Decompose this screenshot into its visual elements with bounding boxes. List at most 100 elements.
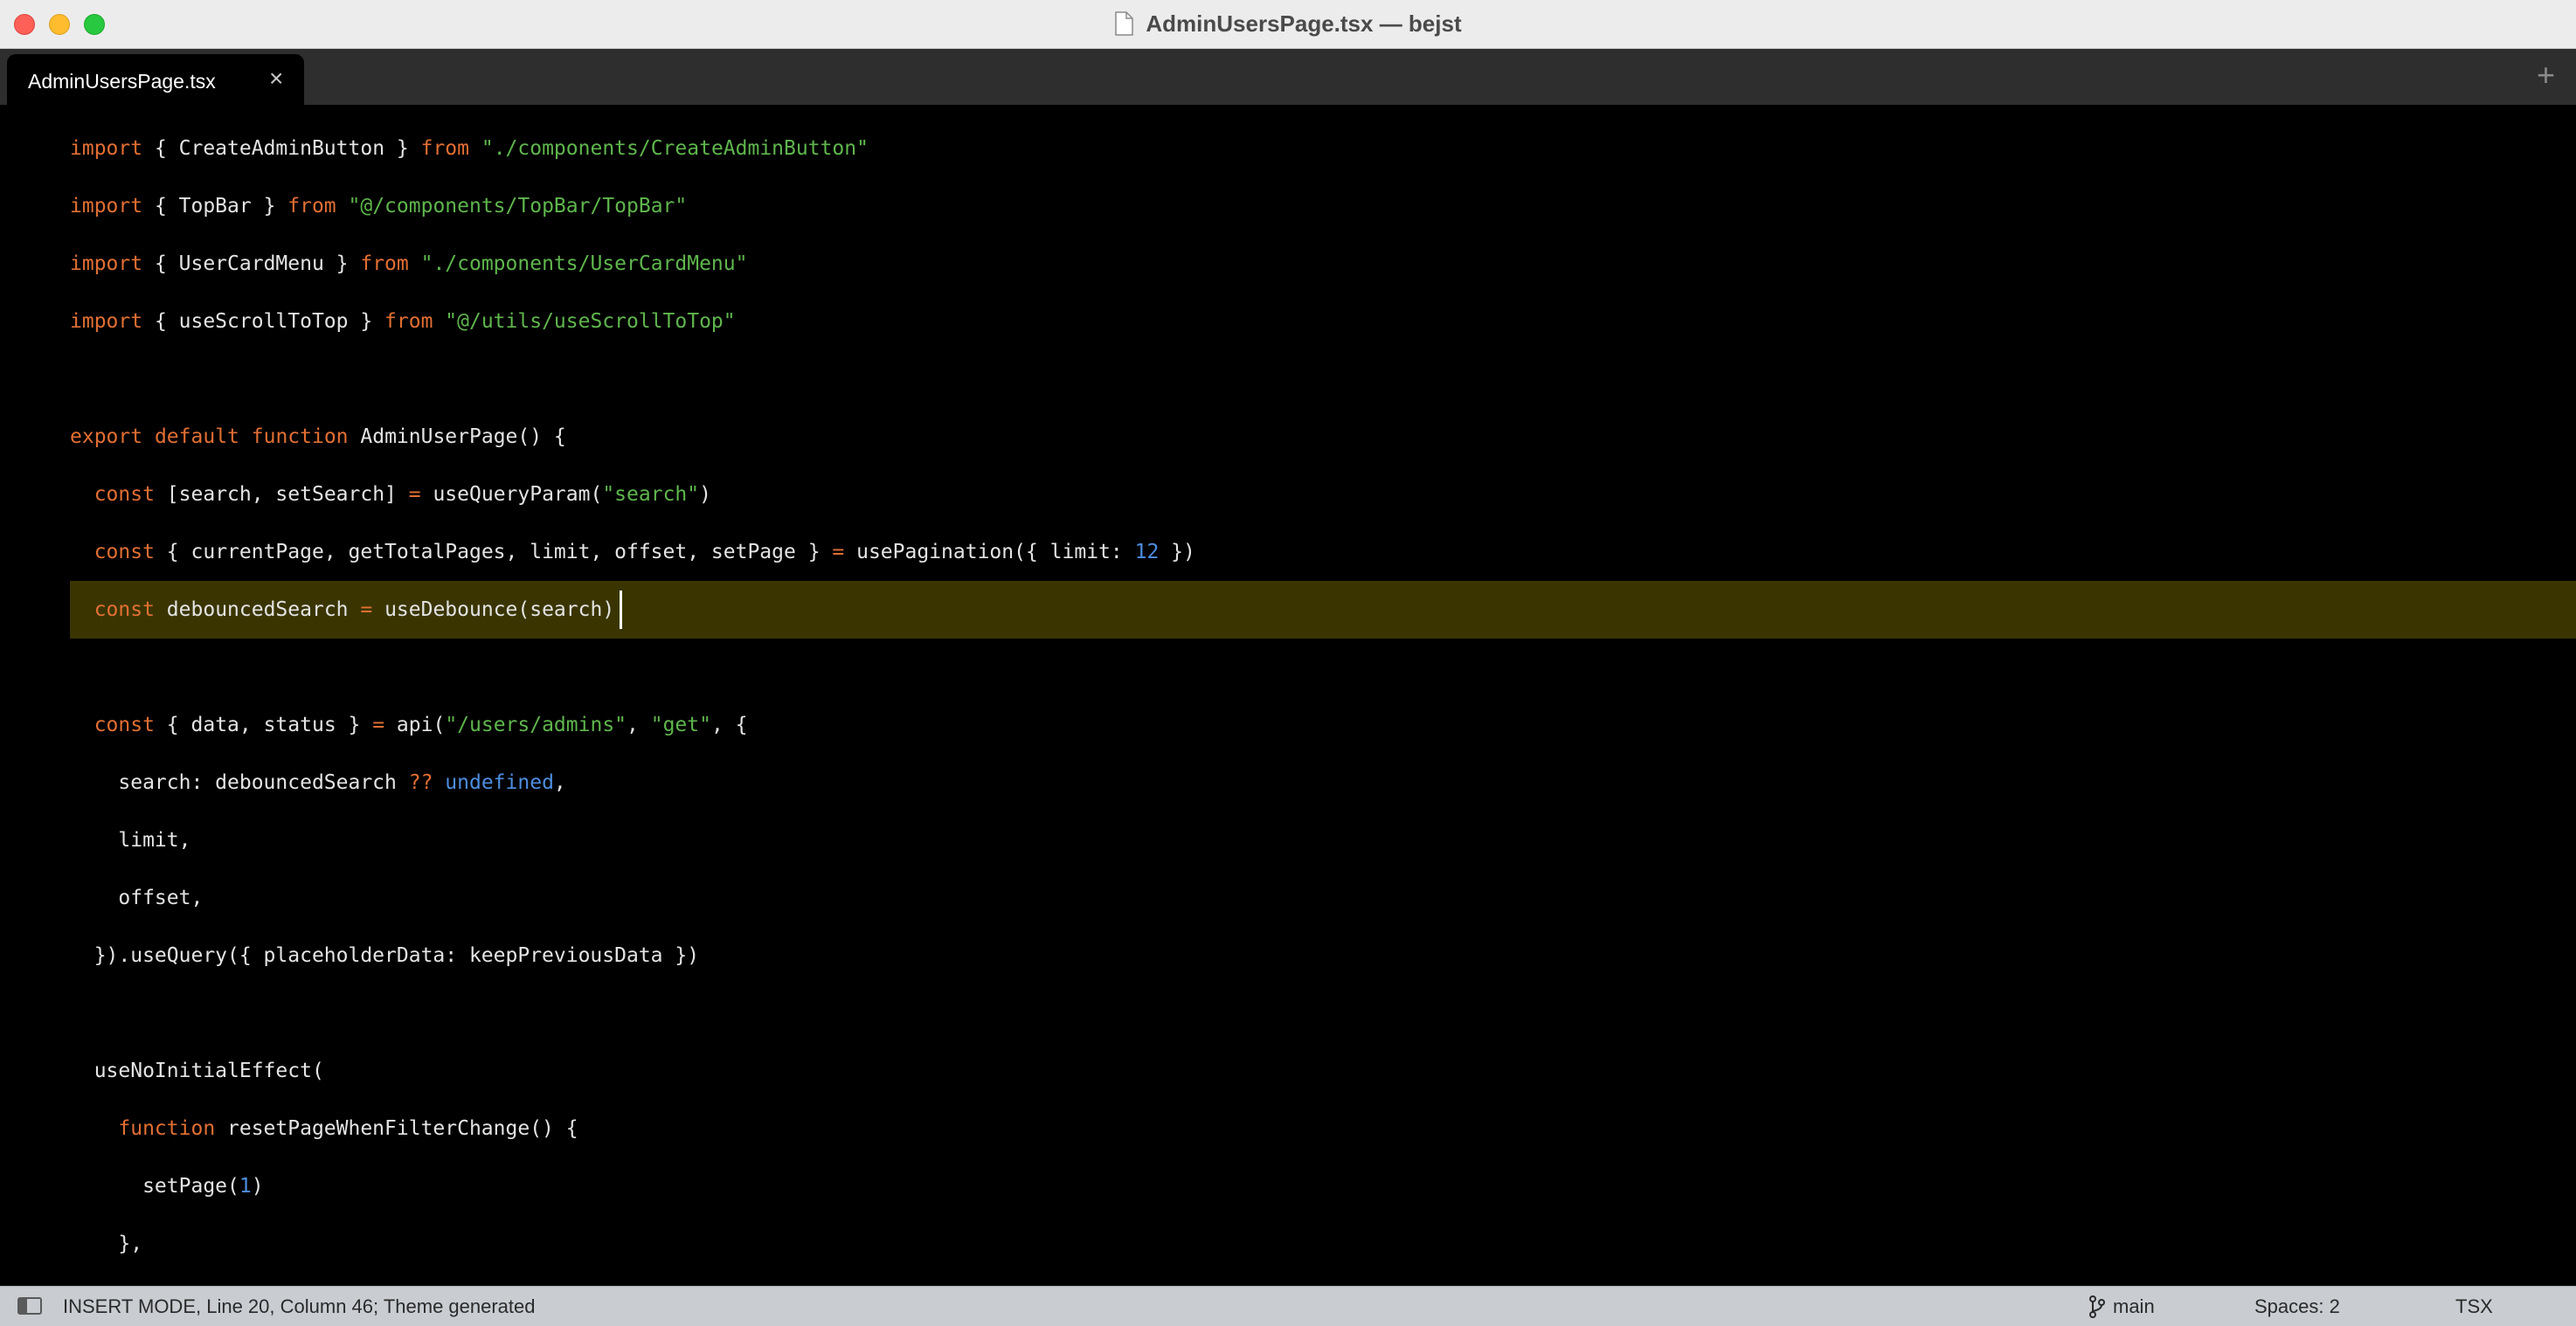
code-line[interactable]: import { UserCardMenu } from "./componen… [70, 235, 747, 293]
code-token-num: 1 [239, 1175, 252, 1198]
code-line[interactable]: }, [70, 1215, 142, 1273]
code-token-kw: = [408, 483, 421, 506]
sidebar-toggle-icon[interactable] [17, 1297, 42, 1315]
title-bar: AdminUsersPage.tsx — bejst [0, 0, 2576, 49]
code-token-pun: }) [1159, 541, 1195, 563]
new-tab-icon[interactable]: + [2537, 58, 2555, 93]
code-token-num: 12 [1134, 541, 1160, 563]
code-line[interactable]: function resetPageWhenFilterChange() { [70, 1100, 578, 1157]
code-token-kw: = [360, 598, 373, 621]
code-token-pun: debouncedSearch [154, 598, 361, 621]
code-token-kw: const [93, 483, 155, 506]
code-token-kw: from [420, 137, 469, 160]
code-token-kw: import [70, 252, 143, 275]
code-token-kw: ?? [408, 771, 433, 794]
text-cursor [620, 590, 622, 629]
code-token-pun: setPage( [70, 1175, 239, 1198]
code-token-pun: useQueryParam( [420, 483, 603, 506]
code-token-pun: ) [699, 483, 711, 506]
code-editor[interactable]: import { CreateAdminButton } from "./com… [0, 105, 2576, 1286]
code-line[interactable]: const debouncedSearch = useDebounce(sear… [70, 581, 614, 639]
code-token-kw: = [372, 714, 385, 736]
window-title: AdminUsersPage.tsx — bejst [1146, 10, 1462, 37]
code-token-str: "./components/UserCardMenu" [420, 252, 748, 275]
code-token-pun [336, 195, 349, 218]
code-token-pun [433, 771, 445, 794]
code-token-kw: const [93, 541, 155, 563]
code-token-pun: [search, setSearch] [154, 483, 409, 506]
code-token-pun [409, 252, 421, 275]
code-token-kw: import [70, 310, 143, 333]
code-line[interactable]: import { CreateAdminButton } from "./com… [70, 120, 869, 177]
code-token-str: "@/utils/useScrollToTop" [445, 310, 736, 333]
code-token-kw: from [360, 252, 409, 275]
code-token-pun: { data, status } [154, 714, 373, 736]
code-token-kw: from [384, 310, 433, 333]
code-token-pun: , [553, 771, 566, 794]
code-token-pun [239, 425, 252, 448]
code-token-pun: usePagination({ limit: [844, 541, 1135, 563]
code-line[interactable]: const { data, status } = api("/users/adm… [70, 696, 748, 754]
code-token-str: "./components/CreateAdminButton" [481, 137, 869, 160]
code-token-kw: from [287, 195, 336, 218]
code-token-str: "@/components/TopBar/TopBar" [348, 195, 688, 218]
code-token-pun: ) [251, 1175, 264, 1198]
document-icon [1115, 11, 1134, 36]
tab-close-icon[interactable]: × [269, 66, 283, 91]
code-token-pun: { useScrollToTop } [142, 310, 385, 333]
code-token-kw: import [70, 137, 143, 160]
code-line[interactable]: useNoInitialEffect( [70, 1042, 324, 1100]
code-token-pun [433, 310, 445, 333]
branch-indicator[interactable]: main [2113, 1295, 2155, 1318]
tab-adminuserspage[interactable]: AdminUsersPage.tsx × [7, 54, 304, 105]
code-token-pun [70, 541, 94, 563]
code-line[interactable]: setPage(1) [70, 1157, 264, 1215]
status-mode-text: INSERT MODE, Line 20, Column 46; Theme g… [63, 1295, 536, 1317]
code-line[interactable]: offset, [70, 869, 203, 927]
code-line[interactable]: search: debouncedSearch ?? undefined, [70, 754, 566, 811]
code-token-str: "/users/admins" [445, 714, 627, 736]
code-token-kw: const [93, 598, 155, 621]
code-token-kw: = [832, 541, 845, 563]
code-token-pun: offset, [70, 887, 204, 909]
code-token-pun: useNoInitialEffect( [70, 1060, 324, 1082]
code-token-pun [70, 598, 94, 621]
code-token-kw: function [251, 425, 349, 448]
tab-label: AdminUsersPage.tsx [28, 70, 216, 93]
code-token-pun: , [627, 714, 651, 736]
code-token-pun [142, 425, 155, 448]
code-token-pun: api( [384, 714, 446, 736]
code-token-pun [70, 483, 94, 506]
code-token-pun: resetPageWhenFilterChange() { [215, 1117, 578, 1140]
code-token-pun: { UserCardMenu } [142, 252, 361, 275]
code-line[interactable]: import { useScrollToTop } from "@/utils/… [70, 293, 736, 350]
code-token-pun: AdminUserPage() { [348, 425, 566, 448]
code-token-pun: }).useQuery({ placeholderData: keepPrevi… [70, 944, 700, 967]
code-token-pun [70, 1117, 118, 1140]
code-line[interactable]: limit, [70, 811, 190, 869]
code-token-str: "search" [602, 483, 700, 506]
code-token-kw: const [93, 714, 155, 736]
status-bar: INSERT MODE, Line 20, Column 46; Theme g… [0, 1286, 2576, 1326]
window-title-wrap: AdminUsersPage.tsx — bejst [0, 0, 2576, 47]
code-line[interactable]: export default function AdminUserPage() … [70, 408, 566, 466]
code-token-pun: }, [70, 1233, 143, 1255]
tab-bar: AdminUsersPage.tsx × + [0, 49, 2576, 105]
code-token-kw: export [70, 425, 143, 448]
code-line[interactable]: const { currentPage, getTotalPages, limi… [70, 523, 1195, 581]
code-token-pun [469, 137, 481, 160]
code-line[interactable]: const [search, setSearch] = useQueryPara… [70, 466, 711, 523]
code-token-pun: limit, [70, 829, 191, 852]
code-token-str: "get" [650, 714, 711, 736]
code-line[interactable]: import { TopBar } from "@/components/Top… [70, 177, 687, 235]
code-token-pun: { currentPage, getTotalPages, limit, off… [154, 541, 833, 563]
code-token-num: undefined [445, 771, 554, 794]
syntax-selector[interactable]: TSX [2455, 1295, 2493, 1318]
code-line[interactable]: }).useQuery({ placeholderData: keepPrevi… [70, 927, 699, 984]
code-token-pun: useDebounce(search) [372, 598, 615, 621]
code-token-pun: search: debouncedSearch [70, 771, 409, 794]
code-token-kw: import [70, 195, 143, 218]
indentation-setting[interactable]: Spaces: 2 [2254, 1295, 2340, 1318]
code-token-kw: function [118, 1117, 216, 1140]
code-token-pun: { TopBar } [142, 195, 288, 218]
